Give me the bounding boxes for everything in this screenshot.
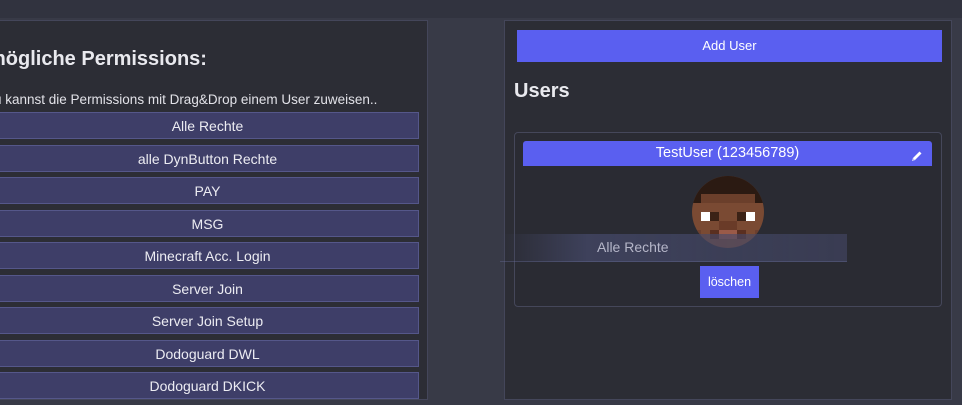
permissions-hint: u kannst die Permissions mit Drag&Drop e… [0, 92, 378, 107]
permission-item-pay[interactable]: PAY [0, 177, 419, 204]
user-card-header: TestUser (123456789) [523, 141, 932, 166]
users-heading: Users [514, 80, 570, 102]
permission-item-alle-rechte[interactable]: Alle Rechte [0, 112, 419, 139]
permission-item-server-join-setup[interactable]: Server Join Setup [0, 307, 419, 334]
permission-item-dodoguard-dkick[interactable]: Dodoguard DKICK [0, 372, 419, 399]
user-name: TestUser (123456789) [655, 145, 800, 161]
dragged-permission-label: Alle Rechte [597, 239, 669, 255]
permission-item-server-join[interactable]: Server Join [0, 274, 419, 302]
dragged-permission-ghost[interactable]: Alle Rechte [500, 234, 847, 262]
permission-item-msg[interactable]: MSG [0, 209, 419, 237]
permissions-title: mögliche Permissions: [0, 48, 207, 70]
add-user-button[interactable]: Add User [517, 30, 942, 62]
top-bar [0, 0, 962, 18]
permission-item-dynbutton[interactable]: alle DynButton Rechte [0, 144, 419, 172]
permission-list: Alle Rechte alle DynButton Rechte PAY MS… [0, 112, 419, 405]
permission-item-dodoguard-dwl[interactable]: Dodoguard DWL [0, 339, 419, 367]
delete-user-button[interactable]: löschen [700, 266, 759, 298]
pencil-icon[interactable] [910, 147, 924, 161]
permission-item-minecraft-login[interactable]: Minecraft Acc. Login [0, 242, 419, 269]
